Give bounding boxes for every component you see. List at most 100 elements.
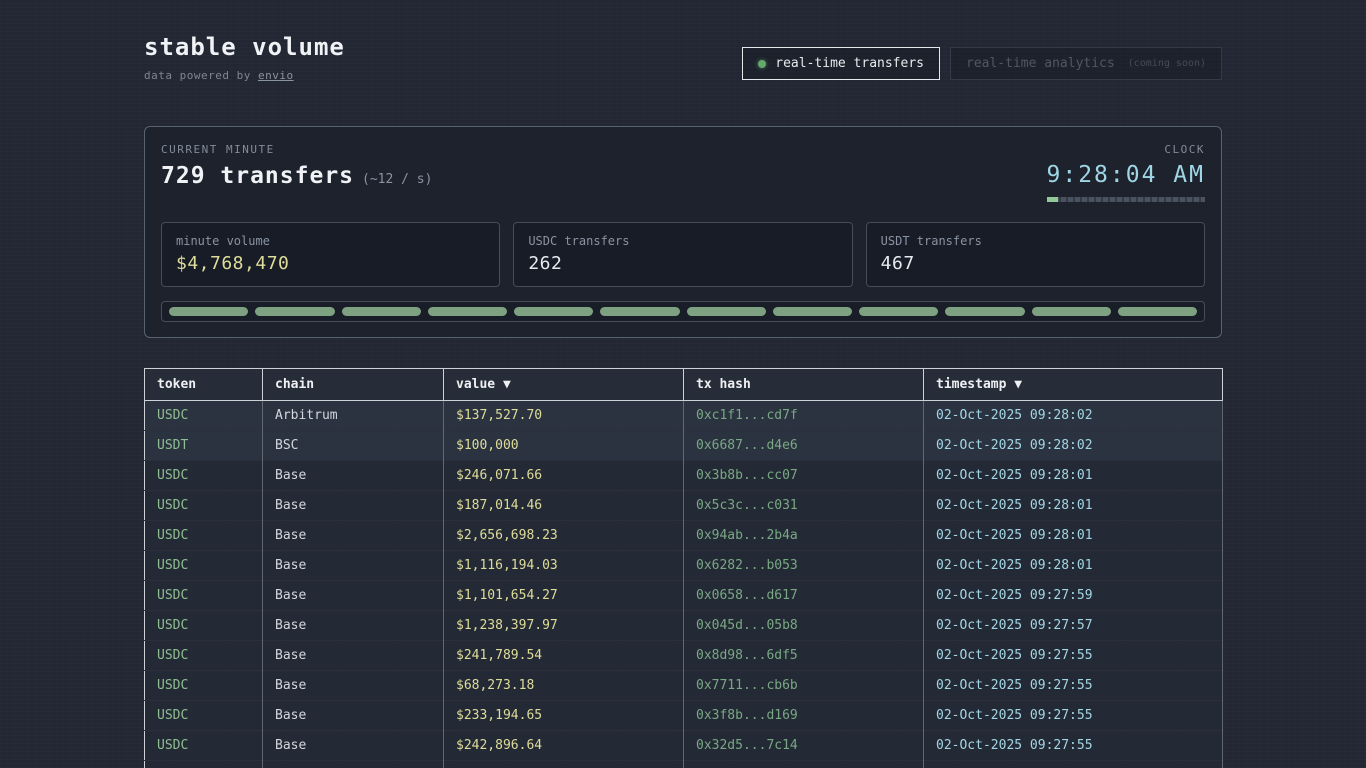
usdt-transfers-value: 467	[881, 253, 1190, 274]
cell-timestamp: 02-Oct-2025 09:28:02	[924, 401, 1223, 431]
transfer-row: USDC Optimism $57,338.49 0xbcc0...c6a3 0…	[145, 761, 1223, 768]
transfer-row: USDC Arbitrum $137,527.70 0xc1f1...cd7f …	[145, 401, 1223, 431]
transfers-rate: (~12 / s)	[362, 172, 432, 187]
transfers-count: 729 transfers	[161, 163, 354, 189]
cell-timestamp: 02-Oct-2025 09:28:01	[924, 461, 1223, 491]
cell-value: $1,238,397.97	[444, 611, 684, 641]
cell-value: $246,071.66	[444, 461, 684, 491]
stat-card-minute-volume: minute volume $4,768,470	[161, 222, 500, 287]
clock-block: CLOCK 9:28:04 AM	[1047, 143, 1205, 202]
transfers-table-wrap: token chain value ▼ tx hash timestamp ▼ …	[144, 368, 1222, 768]
coming-soon-badge: (coming soon)	[1128, 58, 1206, 69]
cell-tx-hash[interactable]: 0x94ab...2b4a	[684, 521, 924, 551]
cell-tx-hash[interactable]: 0x32d5...7c14	[684, 731, 924, 761]
cell-value: $1,116,194.03	[444, 551, 684, 581]
minute-volume-label: minute volume	[176, 234, 485, 248]
transfer-row: USDC Base $1,238,397.97 0x045d...05b8 02…	[145, 611, 1223, 641]
cell-token: USDC	[145, 761, 263, 768]
activity-segment	[342, 307, 421, 316]
envio-link[interactable]: envio	[258, 69, 294, 82]
live-dot-icon	[758, 60, 766, 68]
tab-realtime-analytics[interactable]: real-time analytics (coming soon)	[950, 47, 1222, 80]
cell-tx-hash[interactable]: 0x3b8b...cc07	[684, 461, 924, 491]
cell-tx-hash[interactable]: 0x045d...05b8	[684, 611, 924, 641]
cell-token: USDC	[145, 401, 263, 431]
cell-token: USDC	[145, 641, 263, 671]
activity-segment	[255, 307, 334, 316]
cell-chain: Base	[263, 521, 444, 551]
cell-token: USDC	[145, 551, 263, 581]
cell-timestamp: 02-Oct-2025 09:28:01	[924, 491, 1223, 521]
transfer-row: USDC Base $1,116,194.03 0x6282...b053 02…	[145, 551, 1223, 581]
cell-chain: Optimism	[263, 761, 444, 768]
activity-segment	[514, 307, 593, 316]
cell-tx-hash[interactable]: 0x3f8b...d169	[684, 701, 924, 731]
view-tabs: real-time transfers real-time analytics …	[742, 47, 1222, 80]
page: stable volume data powered by envio real…	[144, 0, 1222, 768]
cell-timestamp: 02-Oct-2025 09:28:02	[924, 431, 1223, 461]
clock-label: CLOCK	[1047, 143, 1205, 156]
cell-token: USDC	[145, 671, 263, 701]
cell-tx-hash[interactable]: 0x7711...cb6b	[684, 671, 924, 701]
cell-value: $57,338.49	[444, 761, 684, 768]
title-block: stable volume data powered by envio	[144, 34, 345, 82]
cell-tx-hash[interactable]: 0x6282...b053	[684, 551, 924, 581]
cell-value: $68,273.18	[444, 671, 684, 701]
cell-timestamp: 02-Oct-2025 09:27:59	[924, 581, 1223, 611]
clock-time: 9:28:04 AM	[1047, 162, 1205, 188]
transfers-table-body: USDC Arbitrum $137,527.70 0xc1f1...cd7f …	[145, 401, 1223, 768]
activity-segment	[1118, 307, 1197, 316]
cell-token: USDC	[145, 581, 263, 611]
cell-value: $241,789.54	[444, 641, 684, 671]
cell-token: USDC	[145, 461, 263, 491]
cell-chain: Base	[263, 641, 444, 671]
cell-token: USDC	[145, 521, 263, 551]
stats-top-row: CURRENT MINUTE 729 transfers (~12 / s) C…	[161, 143, 1205, 202]
transfer-row: USDC Base $242,896.64 0x32d5...7c14 02-O…	[145, 731, 1223, 761]
stat-cards: minute volume $4,768,470 USDC transfers …	[161, 222, 1205, 287]
activity-bar	[161, 301, 1205, 322]
col-header-chain: chain	[263, 369, 444, 401]
usdc-transfers-label: USDC transfers	[528, 234, 837, 248]
cell-chain: Arbitrum	[263, 401, 444, 431]
transfers-summary: CURRENT MINUTE 729 transfers (~12 / s)	[161, 143, 432, 189]
activity-segment	[600, 307, 679, 316]
cell-timestamp: 02-Oct-2025 09:28:01	[924, 551, 1223, 581]
cell-timestamp: 02-Oct-2025 09:27:55	[924, 731, 1223, 761]
tab-transfers-label: real-time transfers	[775, 56, 924, 71]
cell-tx-hash[interactable]: 0x6687...d4e6	[684, 431, 924, 461]
cell-chain: Base	[263, 491, 444, 521]
cell-value: $233,194.65	[444, 701, 684, 731]
cell-timestamp: 02-Oct-2025 09:27:55	[924, 761, 1223, 768]
cell-tx-hash[interactable]: 0x5c3c...c031	[684, 491, 924, 521]
cell-chain: Base	[263, 581, 444, 611]
cell-chain: Base	[263, 731, 444, 761]
transfer-row: USDT BSC $100,000 0x6687...d4e6 02-Oct-2…	[145, 431, 1223, 461]
transfer-row: USDC Base $246,071.66 0x3b8b...cc07 02-O…	[145, 461, 1223, 491]
col-header-timestamp-sort[interactable]: timestamp ▼	[924, 369, 1223, 401]
stat-card-usdt-transfers: USDT transfers 467	[866, 222, 1205, 287]
transfer-row: USDC Base $68,273.18 0x7711...cb6b 02-Oc…	[145, 671, 1223, 701]
col-header-value-sort[interactable]: value ▼	[444, 369, 684, 401]
stat-card-usdc-transfers: USDC transfers 262	[513, 222, 852, 287]
cell-tx-hash[interactable]: 0xc1f1...cd7f	[684, 401, 924, 431]
tab-realtime-transfers[interactable]: real-time transfers	[742, 47, 940, 80]
transfer-row: USDC Base $2,656,698.23 0x94ab...2b4a 02…	[145, 521, 1223, 551]
cell-tx-hash[interactable]: 0xbcc0...c6a3	[684, 761, 924, 768]
cell-tx-hash[interactable]: 0x8d98...6df5	[684, 641, 924, 671]
minute-volume-value: $4,768,470	[176, 253, 485, 274]
cell-token: USDC	[145, 731, 263, 761]
activity-segment	[687, 307, 766, 316]
cell-chain: Base	[263, 551, 444, 581]
col-header-token: token	[145, 369, 263, 401]
transfer-row: USDC Base $241,789.54 0x8d98...6df5 02-O…	[145, 641, 1223, 671]
cell-value: $187,014.46	[444, 491, 684, 521]
cell-timestamp: 02-Oct-2025 09:27:55	[924, 671, 1223, 701]
cell-tx-hash[interactable]: 0x0658...d617	[684, 581, 924, 611]
cell-chain: Base	[263, 611, 444, 641]
activity-segment	[428, 307, 507, 316]
clock-progress-track	[1047, 197, 1205, 202]
page-title: stable volume	[144, 34, 345, 60]
tab-analytics-label: real-time analytics	[966, 56, 1115, 71]
subtitle: data powered by envio	[144, 69, 345, 82]
